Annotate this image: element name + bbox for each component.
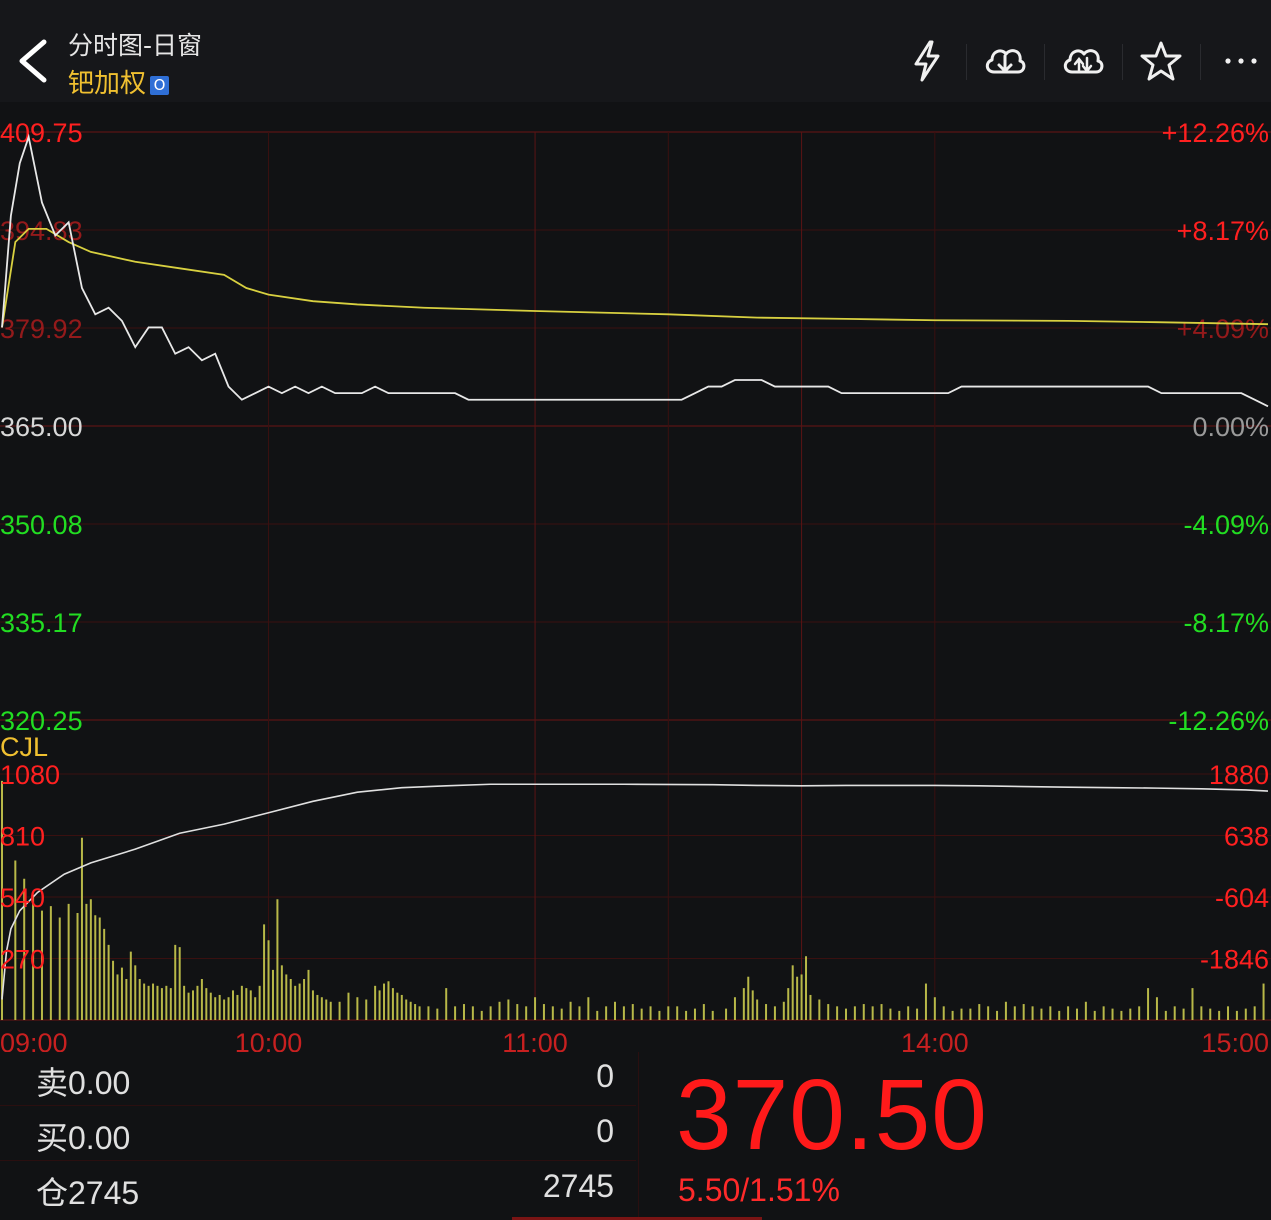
price-change: 5.50/1.51% <box>678 1172 840 1208</box>
status-bar <box>0 0 1271 14</box>
percent-axis-label: +8.17% <box>1177 216 1269 246</box>
symbol-badge: O <box>150 76 170 95</box>
chevron-left-icon <box>19 39 47 83</box>
buy-quantity: 0 <box>596 1113 614 1149</box>
lightning-button[interactable] <box>904 38 950 84</box>
intraday-chart[interactable]: 409.75 +12.26%394.83 +8.17%379.92 +4.09%365… <box>0 102 1271 1052</box>
buy-row: 买0.00 0 <box>0 1107 636 1161</box>
price-axis-label: 409.75 <box>0 118 83 148</box>
volume-trend-line <box>1 783 1269 1000</box>
quote-divider <box>638 1052 639 1220</box>
percent-axis-label: 0.00% <box>1192 412 1269 442</box>
price-axis-label: 365.00 <box>0 412 83 442</box>
time-axis-labels: 09:00 10:00 11:00 14:00 15:00 <box>0 1028 1269 1052</box>
top-bar: 分时图-日窗 钯加权 O <box>0 0 1271 102</box>
cloud-download-icon <box>985 49 1026 74</box>
volume-right-axis-label: 1880 <box>1209 760 1269 790</box>
open-interest-label: 仓2745 <box>36 1175 140 1211</box>
price-axis-labels: 409.75 +12.26%394.83 +8.17%379.92 +4.09%365… <box>0 118 1269 736</box>
volume-axis-label: 540 <box>0 883 45 913</box>
quote-panel: 卖0.00 0 买0.00 0 仓2745 2745 370.50 5.50/1… <box>0 1052 1271 1220</box>
time-axis-label: 11:00 <box>502 1028 568 1052</box>
chart-lines <box>1 133 1269 1000</box>
percent-axis-label: +4.09% <box>1177 314 1269 344</box>
sell-quantity: 0 <box>596 1058 614 1094</box>
sell-row: 卖0.00 0 <box>0 1052 636 1106</box>
more-button[interactable] <box>1218 38 1264 84</box>
symbol-label: 钯加权 <box>68 69 147 99</box>
cloud-download-button[interactable] <box>982 38 1028 84</box>
volume-axis-label: 1080 <box>0 760 60 790</box>
time-axis-label: 15:00 <box>1201 1028 1269 1052</box>
buy-price: 买0.00 <box>36 1120 131 1156</box>
volume-axis-labels: CJL1080 1880 810 638 540 -604 270 -1846 <box>0 732 1269 975</box>
price-axis-label: 335.17 <box>0 608 83 638</box>
last-price: 370.50 <box>676 1059 988 1171</box>
cloud-upload-button[interactable] <box>1060 38 1106 84</box>
lightning-icon <box>914 40 940 82</box>
symbol-name: 钯加权 O <box>68 63 170 100</box>
more-icon <box>1225 58 1257 64</box>
open-interest-row: 仓2745 2745 <box>0 1162 636 1215</box>
volume-axis-label: 270 <box>0 945 45 975</box>
volume-axis-label: 810 <box>0 822 45 852</box>
open-interest-value: 2745 <box>542 1168 614 1204</box>
time-axis-label: 09:00 <box>0 1028 68 1052</box>
toolbar-divider <box>1122 44 1123 80</box>
favorite-button[interactable] <box>1138 38 1184 84</box>
toolbar-divider <box>1200 44 1201 80</box>
toolbar-divider <box>966 44 967 80</box>
percent-axis-label: -4.09% <box>1183 510 1269 540</box>
time-axis-label: 10:00 <box>235 1028 303 1052</box>
price-axis-label: 379.92 <box>0 314 83 344</box>
percent-axis-label: -8.17% <box>1183 608 1269 638</box>
volume-right-axis-label: -1846 <box>1200 945 1269 975</box>
average-price-line <box>1 228 1269 328</box>
price-axis-label: 350.08 <box>0 510 83 540</box>
back-button[interactable] <box>12 36 56 86</box>
toolbar-divider <box>1044 44 1045 80</box>
page-title: 分时图-日窗 <box>68 31 203 60</box>
chart-grid <box>0 131 1271 1021</box>
sell-price: 卖0.00 <box>36 1065 131 1101</box>
cloud-upload-icon <box>1063 49 1104 74</box>
volume-right-axis-label: 638 <box>1224 822 1269 852</box>
percent-axis-label: +12.26% <box>1162 118 1269 148</box>
time-axis-label: 14:00 <box>901 1028 969 1052</box>
price-line <box>1 133 1269 408</box>
volume-right-axis-label: -604 <box>1215 883 1269 913</box>
percent-axis-label: -12.26% <box>1168 706 1269 736</box>
volume-indicator-label: CJL <box>0 732 48 762</box>
volume-bars <box>1 780 1265 1020</box>
star-icon <box>1140 41 1182 81</box>
